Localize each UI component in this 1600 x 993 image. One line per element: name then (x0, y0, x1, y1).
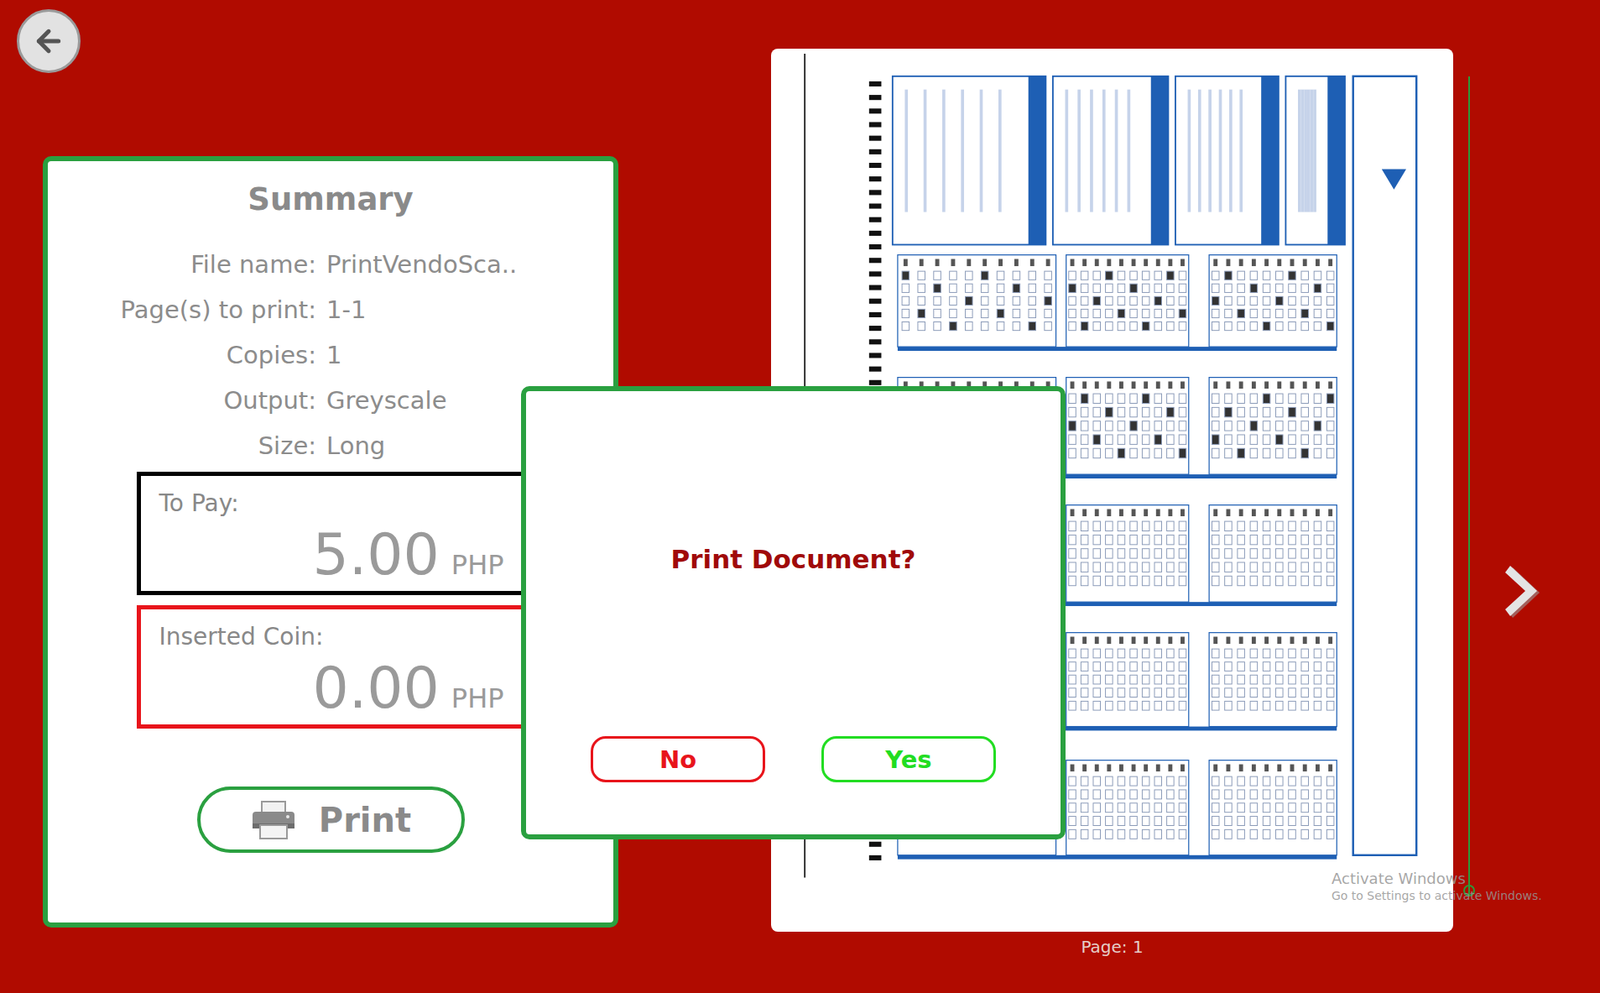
amount-value: 0.00 (312, 657, 439, 718)
back-button[interactable] (16, 9, 81, 73)
amount-label: Inserted Coin: (159, 622, 505, 651)
watermark-subtitle: Go to Settings to activate Windows. (1331, 888, 1543, 902)
chevron-right-icon (1501, 560, 1546, 621)
amount-currency: PHP (451, 548, 505, 581)
summary-label: Page(s) to print: (64, 286, 317, 333)
amount-value: 5.00 (312, 524, 439, 584)
dialog-buttons: No Yes (590, 735, 996, 782)
page-label: Page: 1 (1080, 936, 1143, 957)
preview-scrollbar[interactable] (1463, 76, 1475, 897)
activation-watermark: Activate WindowsGo to Settings to activa… (1331, 869, 1543, 902)
amount-box: To Pay: 5.00 PHP (136, 471, 526, 595)
next-page-button[interactable] (1501, 560, 1546, 621)
printer-icon (250, 799, 298, 840)
scroll-knob[interactable] (1463, 884, 1475, 897)
summary-label: Output: (64, 377, 317, 423)
arrow-left-icon (31, 24, 66, 58)
print-button[interactable]: Print (197, 786, 465, 853)
amount-row: 0.00 PHP (159, 657, 505, 718)
dialog-button[interactable]: Yes (821, 735, 996, 782)
amount-box: Inserted Coin: 0.00 PHP (136, 604, 526, 729)
print-confirm-dialog: Print Document? No Yes (521, 385, 1066, 840)
scroll-track (1468, 76, 1470, 897)
summary-value: 1 (326, 332, 614, 378)
amount-row: 5.00 PHP (159, 524, 505, 584)
amount-currency: PHP (451, 682, 505, 715)
print-label: Print (318, 800, 412, 840)
summary-label: File name: (64, 241, 317, 287)
dialog-title: Print Document? (671, 540, 917, 578)
summary-value: 1-1 (326, 286, 614, 333)
summary-label: Size: (64, 422, 317, 469)
summary-title: Summary (247, 179, 413, 220)
watermark-title: Activate Windows (1331, 869, 1543, 887)
summary-label: Copies: (64, 332, 317, 378)
dialog-button[interactable]: No (590, 735, 766, 782)
print-summary-screen: Summary File name:PrintVendoSca..Page(s) … (0, 0, 1600, 993)
summary-value: PrintVendoSca.. (326, 241, 614, 287)
amount-label: To Pay: (159, 489, 505, 517)
